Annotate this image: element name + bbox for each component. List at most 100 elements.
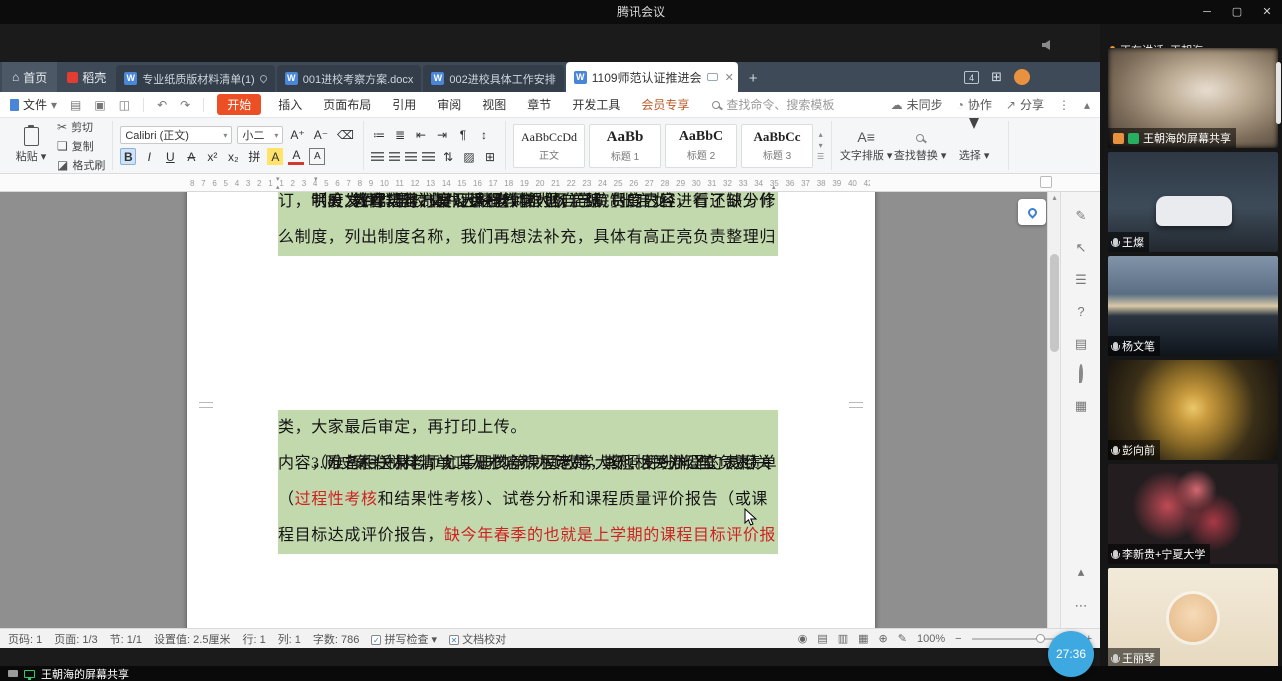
doc-line[interactable]: 制度文件，学校文件已经发到群里，学院制度已经进行了部分修	[278, 192, 776, 220]
left-indent-marker[interactable]: ▴	[276, 183, 280, 191]
clear-format-icon[interactable]: ⌫	[335, 127, 356, 144]
character-border-button[interactable]: A	[309, 148, 325, 165]
help-icon[interactable]: ?	[1061, 304, 1100, 319]
paragraph-mark-button[interactable]: ¶	[455, 126, 471, 143]
panel-scrollbar-thumb[interactable]	[1276, 62, 1281, 124]
decrease-indent-button[interactable]: ⇤	[413, 126, 429, 143]
zoom-out-button[interactable]: −	[955, 633, 961, 645]
navigate-pin-icon[interactable]	[1061, 366, 1100, 381]
menu-insert[interactable]: 插入	[274, 94, 306, 115]
window-count-icon[interactable]: 4	[964, 71, 979, 84]
doc-tab-3[interactable]: W 002进校具体工作安排	[423, 65, 563, 92]
command-search-input[interactable]: 查找命令、搜索模板	[706, 96, 834, 113]
font-size-combo[interactable]: 小二▾	[237, 126, 283, 144]
select-button[interactable]: 选择 ▾	[947, 129, 1001, 163]
document-scrollbar[interactable]: ▴	[1047, 192, 1060, 628]
bullets-button[interactable]: ≔	[371, 126, 387, 143]
outline-view-icon[interactable]: ▥	[838, 632, 848, 645]
collapse-strip-icon[interactable]: ▴	[1061, 564, 1100, 580]
undo-icon[interactable]: ↶	[157, 98, 167, 112]
scrollbar-thumb[interactable]	[1050, 254, 1059, 352]
locate-button[interactable]	[1018, 199, 1046, 225]
doc-tab-4-active[interactable]: W 1109师范认证推进会 ✕	[566, 62, 738, 92]
close-button[interactable]: ✕	[1252, 0, 1282, 24]
strikethrough-button[interactable]: A	[183, 148, 199, 165]
more-tools-icon[interactable]: ⋯	[1061, 598, 1100, 614]
text-typeset-button[interactable]: A≡ 文字排版 ▾	[839, 129, 893, 163]
paste-button[interactable]: 粘贴 ▾	[11, 127, 51, 164]
doc-line[interactable]: （过程性考核和结果性考核）、试卷分析和课程质量评价报告（或课	[278, 482, 778, 518]
menu-home[interactable]: 开始	[217, 94, 261, 115]
meeting-timer[interactable]: 27:36	[1048, 631, 1094, 677]
first-line-indent-marker[interactable]: ▾	[314, 175, 318, 183]
format-painter-button[interactable]: ◪格式刷	[57, 157, 105, 173]
pinyin-button[interactable]: 拼	[246, 148, 262, 165]
doc-tab-1[interactable]: W 专业纸质版材料清单(1)	[116, 65, 274, 92]
collaborate-button[interactable]: ◔协作	[957, 96, 992, 113]
image-tool-icon[interactable]: ▦	[1061, 398, 1100, 414]
bold-button[interactable]: B	[120, 148, 136, 165]
doc-tab-2[interactable]: W 001进校考察方案.docx	[277, 65, 422, 92]
borders-button[interactable]: ⊞	[482, 148, 498, 165]
right-indent-marker[interactable]: ▴	[772, 183, 776, 191]
highlight-color-button[interactable]: A	[267, 148, 283, 165]
tab-daoke[interactable]: 稻壳	[57, 62, 116, 92]
word-count[interactable]: 字数: 786	[313, 631, 359, 647]
participant-tile[interactable]: 王燦	[1108, 152, 1278, 252]
styles-up-icon[interactable]: ▴	[819, 130, 823, 139]
more-options-icon[interactable]: ⋮	[1058, 98, 1070, 112]
style-normal[interactable]: AaBbCcDd 正文	[513, 124, 585, 168]
participant-tile[interactable]: 王朝海的屏幕共享	[1108, 48, 1278, 148]
cut-button[interactable]: ✂剪切	[57, 119, 105, 135]
doc-line[interactable]: 3.历史系任课老师尤其是核心课程老师，按照发到群里的表相关	[278, 446, 772, 482]
line-spacing-button[interactable]: ↕	[476, 126, 492, 143]
zoom-slider-thumb[interactable]	[1036, 634, 1045, 643]
adjust-sliders-icon[interactable]: ☰	[1061, 272, 1100, 288]
new-tab-button[interactable]: +	[740, 65, 767, 92]
menu-references[interactable]: 引用	[388, 94, 420, 115]
file-menu-button[interactable]: 文件 ▾	[10, 96, 57, 113]
participant-tile[interactable]: 王丽琴	[1108, 568, 1278, 668]
align-center-button[interactable]	[389, 152, 400, 161]
participant-tile[interactable]: 李新贵+宁夏大学	[1108, 464, 1278, 564]
document-viewport[interactable]: （3）人才培养方案及课程教学大纲汇编（张启龙） （4）教育实习、研习手册样板（杨…	[0, 192, 1100, 628]
edit-pen-icon[interactable]: ✎	[1061, 208, 1100, 224]
share-banner-bar[interactable]: 王朝海的屏幕共享	[0, 666, 1282, 681]
redo-icon[interactable]: ↷	[180, 98, 190, 112]
align-left-button[interactable]	[371, 152, 384, 161]
align-right-button[interactable]	[405, 152, 417, 161]
find-replace-button[interactable]: 查找替换 ▾	[893, 129, 947, 163]
participant-tile[interactable]: 彭向前	[1108, 360, 1278, 460]
increase-indent-button[interactable]: ⇥	[434, 126, 450, 143]
close-tab-icon[interactable]: ✕	[723, 71, 734, 84]
participant-tile[interactable]: 杨文笔	[1108, 256, 1278, 356]
proofread-toggle[interactable]: ✕ 文档校对	[449, 631, 506, 647]
maximize-button[interactable]: ▢	[1222, 0, 1252, 24]
numbering-button[interactable]: ≣	[392, 126, 408, 143]
print-icon[interactable]: ▣	[94, 98, 105, 112]
menu-view[interactable]: 视图	[478, 94, 510, 115]
sort-button[interactable]: ⇅	[440, 148, 456, 165]
styles-more-icon[interactable]: ☰	[817, 152, 824, 161]
eye-protect-icon[interactable]: ◉	[798, 632, 808, 645]
panel-scrollbar[interactable]	[1276, 60, 1281, 660]
apps-grid-icon[interactable]: ⊞	[991, 69, 1002, 85]
style-heading1[interactable]: AaBb 标题 1	[589, 124, 661, 168]
grow-font-button[interactable]: A⁺	[288, 127, 306, 144]
styles-down-icon[interactable]: ▾	[819, 141, 823, 150]
save-icon[interactable]: ▤	[70, 98, 81, 112]
copy-button[interactable]: ❏复制	[57, 138, 105, 154]
zoom-level[interactable]: 100%	[917, 633, 945, 645]
italic-button[interactable]: I	[141, 148, 157, 165]
tab-home[interactable]: ⌂ 首页	[2, 62, 57, 92]
subscript-button[interactable]: x₂	[225, 148, 241, 165]
account-avatar[interactable]	[1014, 69, 1030, 85]
doc-line[interactable]: 类，大家最后审定，再打印上传。	[278, 410, 778, 446]
print-preview-icon[interactable]: ◫	[119, 98, 130, 112]
justify-button[interactable]	[422, 152, 435, 161]
chart-icon[interactable]: ▤	[1061, 336, 1100, 352]
page-view-toggle-icon[interactable]	[1040, 176, 1052, 188]
speaker-icon[interactable]	[1042, 40, 1050, 50]
menu-vip[interactable]: 会员专享	[637, 94, 693, 115]
underline-button[interactable]: U	[162, 148, 178, 165]
